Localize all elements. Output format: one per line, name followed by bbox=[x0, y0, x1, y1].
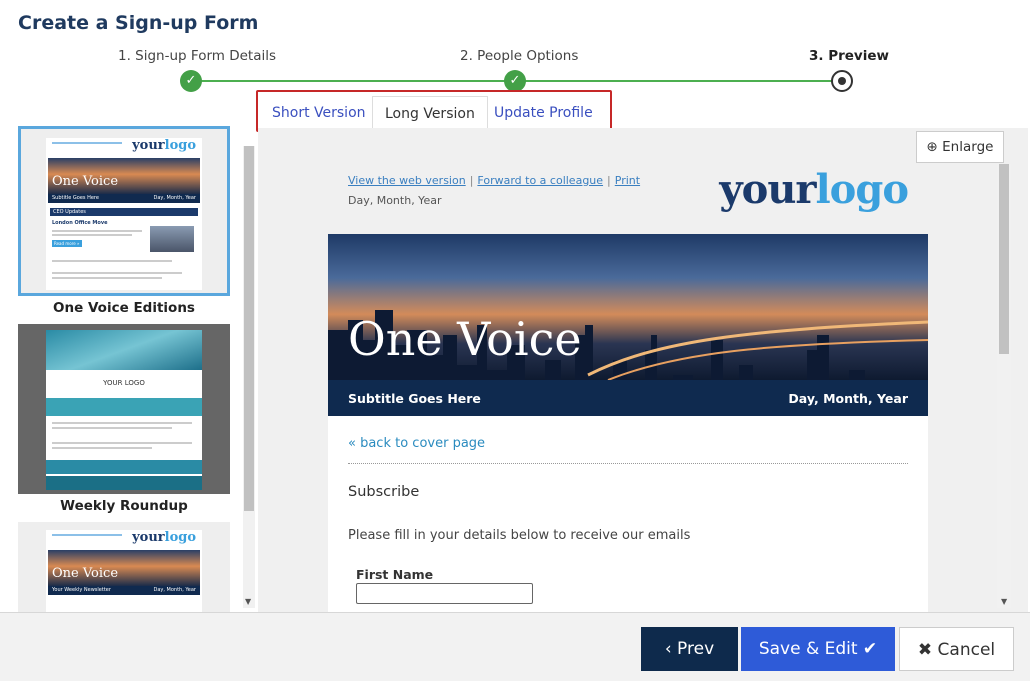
subscribe-heading: Subscribe bbox=[348, 484, 420, 500]
mini-weekly-logo: YOUR LOGO bbox=[46, 370, 202, 396]
step-3-current-icon bbox=[831, 70, 853, 92]
subscribe-intro: Please fill in your details below to rec… bbox=[348, 528, 691, 543]
divider bbox=[348, 463, 908, 464]
tab-long-version[interactable]: Long Version bbox=[372, 96, 488, 130]
mini-text bbox=[52, 422, 192, 424]
check-icon: ✔ bbox=[857, 639, 878, 659]
page-title: Create a Sign-up Form bbox=[18, 12, 259, 34]
mini-text bbox=[52, 230, 142, 232]
subtitle-bar: Subtitle Goes Here Day, Month, Year bbox=[328, 380, 928, 416]
email-content: View the web version | Forward to a collea… bbox=[328, 148, 928, 612]
subtitle-text: Subtitle Goes Here bbox=[348, 391, 481, 406]
template-list-scrollbar[interactable] bbox=[243, 146, 255, 608]
print-link[interactable]: Print bbox=[615, 174, 640, 187]
mini-links bbox=[52, 142, 122, 144]
scrollbar-thumb[interactable] bbox=[244, 146, 254, 511]
mini-section: CEO Updates bbox=[50, 208, 198, 216]
template-name: One Voice Editions bbox=[53, 300, 195, 316]
chevron-left-icon: ‹ bbox=[664, 639, 678, 659]
save-label: Save & Edit bbox=[758, 639, 858, 659]
step-2-label: 2. People Options bbox=[460, 48, 579, 64]
close-icon: ✖ bbox=[917, 640, 938, 660]
mini-subtitle-bar: Subtitle Goes Here Day, Month, Year bbox=[48, 194, 200, 203]
first-name-input[interactable] bbox=[356, 583, 533, 604]
cancel-label: Cancel bbox=[937, 640, 996, 660]
mini-banner-title: One Voice bbox=[52, 566, 119, 581]
template-list: yourlogo One Voice Subtitle Goes Here Da… bbox=[16, 126, 256, 612]
mini-text bbox=[52, 277, 162, 279]
mini-subtitle-bar: Your Weekly Newsletter Day, Month, Year bbox=[48, 586, 200, 595]
forward-link[interactable]: Forward to a colleague bbox=[477, 174, 603, 187]
template-card-one-voice-newsletter[interactable]: yourlogo One Voice Your Weekly Newslette… bbox=[18, 522, 230, 612]
email-logo: yourlogo bbox=[719, 166, 909, 213]
scroll-down-icon[interactable]: ▼ bbox=[1001, 597, 1007, 606]
mini-article-image bbox=[150, 226, 194, 252]
mini-text bbox=[52, 427, 172, 429]
mini-logo: yourlogo bbox=[132, 530, 196, 545]
prev-button[interactable]: ‹ Prev bbox=[641, 627, 738, 671]
prev-label: Prev bbox=[677, 639, 715, 659]
scrollbar-thumb[interactable] bbox=[999, 164, 1009, 354]
mini-banner-title: One Voice bbox=[52, 174, 119, 189]
preview-scrollbar[interactable] bbox=[997, 164, 1011, 608]
first-name-label: First Name bbox=[356, 567, 434, 582]
email-body: « back to cover page Subscribe Please fi… bbox=[328, 416, 928, 612]
email-preview: View the web version | Forward to a collea… bbox=[258, 128, 1028, 612]
tab-short-version[interactable]: Short Version bbox=[260, 96, 378, 130]
mini-weekly-band bbox=[46, 398, 202, 416]
banner-title: One Voice bbox=[348, 312, 582, 366]
mini-weekly-footer bbox=[46, 476, 202, 490]
cancel-button[interactable]: ✖ Cancel bbox=[899, 627, 1014, 671]
mini-weekly-header bbox=[46, 330, 202, 370]
mini-text bbox=[52, 272, 182, 274]
mini-links bbox=[52, 534, 122, 536]
mini-logo: yourlogo bbox=[132, 138, 196, 153]
template-preview: yourlogo One Voice Subtitle Goes Here Da… bbox=[46, 138, 202, 290]
enlarge-label: Enlarge bbox=[942, 139, 994, 155]
template-card-weekly-roundup[interactable]: YOUR LOGO bbox=[18, 324, 230, 494]
step-3-label: 3. Preview bbox=[809, 48, 889, 64]
signup-wizard: Create a Sign-up Form 1. Sign-up Form De… bbox=[0, 0, 1030, 681]
email-banner: One Voice bbox=[328, 234, 928, 380]
email-date: Day, Month, Year bbox=[348, 194, 442, 207]
mini-article-title: London Office Move bbox=[52, 220, 108, 226]
mini-weekly-band bbox=[46, 460, 202, 474]
zoom-in-icon: ⊕ bbox=[926, 139, 938, 155]
template-name: Weekly Roundup bbox=[60, 498, 188, 514]
step-1-label: 1. Sign-up Form Details bbox=[118, 48, 277, 64]
subtitle-date: Day, Month, Year bbox=[788, 391, 908, 406]
step-2-check-icon[interactable]: ✓ bbox=[504, 70, 526, 92]
mini-read-more: Read more » bbox=[52, 240, 82, 247]
link-separator: | bbox=[469, 174, 474, 187]
email-top-links: View the web version | Forward to a collea… bbox=[348, 174, 640, 187]
mini-text bbox=[52, 234, 132, 236]
back-to-cover-link[interactable]: « back to cover page bbox=[348, 436, 485, 451]
mini-text bbox=[52, 442, 192, 444]
mini-banner: One Voice bbox=[48, 158, 200, 194]
tab-update-profile[interactable]: Update Profile bbox=[482, 96, 605, 130]
scroll-down-icon[interactable]: ▼ bbox=[245, 597, 251, 606]
mini-text bbox=[52, 447, 152, 449]
template-preview: yourlogo One Voice Your Weekly Newslette… bbox=[46, 530, 202, 612]
enlarge-button[interactable]: ⊕ Enlarge bbox=[916, 131, 1004, 163]
template-card-one-voice[interactable]: yourlogo One Voice Subtitle Goes Here Da… bbox=[18, 126, 230, 296]
link-separator: | bbox=[607, 174, 611, 187]
mini-banner: One Voice bbox=[48, 550, 200, 586]
template-preview: YOUR LOGO bbox=[46, 330, 202, 490]
view-web-version-link[interactable]: View the web version bbox=[348, 174, 466, 187]
step-1-check-icon[interactable]: ✓ bbox=[180, 70, 202, 92]
mini-text bbox=[52, 260, 172, 262]
save-and-edit-button[interactable]: Save & Edit ✔ bbox=[741, 627, 895, 671]
